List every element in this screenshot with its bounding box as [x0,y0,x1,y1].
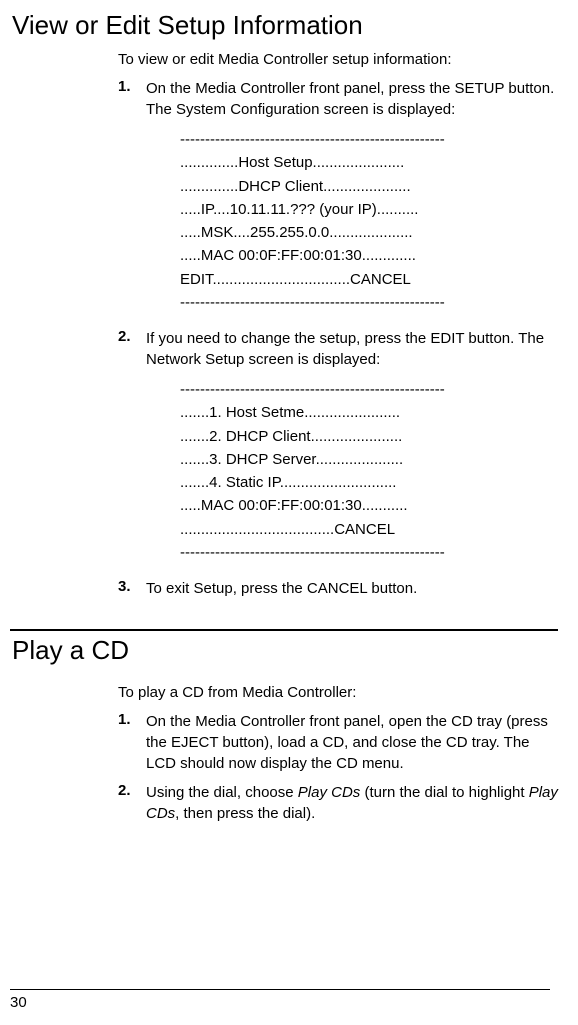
section-heading-1: View or Edit Setup Information [12,10,558,41]
step-number: 1. [118,78,146,120]
text-emphasis: Play CDs [298,784,361,801]
code-line: EDIT.................................CAN… [180,268,528,291]
step-text: If you need to change the setup, press t… [146,328,558,370]
text-segment: Using the dial, choose [146,784,298,801]
code-line: .......4. Static IP.....................… [180,471,528,494]
step-text: Using the dial, choose Play CDs (turn th… [146,782,558,824]
step-3: 3. To exit Setup, press the CANCEL butto… [118,578,558,599]
section-heading-2: Play a CD [12,635,558,666]
step-number: 3. [118,578,146,599]
code-line: ..............Host Setup................… [180,151,528,174]
code-line: .....................................CAN… [180,518,528,541]
step-text: To exit Setup, press the CANCEL button. [146,578,417,599]
network-setup-screen: ----------------------------------------… [180,378,528,564]
step-1: 1. On the Media Controller front panel, … [118,78,558,120]
step-text: On the Media Controller front panel, ope… [146,711,558,774]
code-line: .....MSK....255.255.0.0.................… [180,221,528,244]
step-number: 1. [118,711,146,774]
step-number: 2. [118,782,146,824]
section1-intro: To view or edit Media Controller setup i… [118,51,558,68]
system-config-screen: ----------------------------------------… [180,128,528,314]
code-line: ----------------------------------------… [180,378,528,401]
step-2-cd: 2. Using the dial, choose Play CDs (turn… [118,782,558,824]
step-1-cd: 1. On the Media Controller front panel, … [118,711,558,774]
page-number: 30 [10,989,550,1011]
code-line: ----------------------------------------… [180,128,528,151]
step-text: On the Media Controller front panel, pre… [146,78,558,120]
code-line: ----------------------------------------… [180,541,528,564]
code-line: ..............DHCP Client...............… [180,175,528,198]
text-segment: , then press the dial). [175,805,315,822]
code-line: .....IP....10.11.11.??? (your IP).......… [180,198,528,221]
step-2: 2. If you need to change the setup, pres… [118,328,558,370]
text-segment: (turn the dial to highlight [360,784,528,801]
code-line: .......3. DHCP Server...................… [180,448,528,471]
code-line: .......1. Host Setme....................… [180,401,528,424]
code-line: .....MAC 00:0F:FF:00:01:30............. [180,244,528,267]
step-number: 2. [118,328,146,370]
code-line: .......2. DHCP Client...................… [180,425,528,448]
code-line: ----------------------------------------… [180,291,528,314]
code-line: .....MAC 00:0F:FF:00:01:30........... [180,494,528,517]
section2-intro: To play a CD from Media Controller: [118,684,558,701]
section-divider [10,629,558,631]
